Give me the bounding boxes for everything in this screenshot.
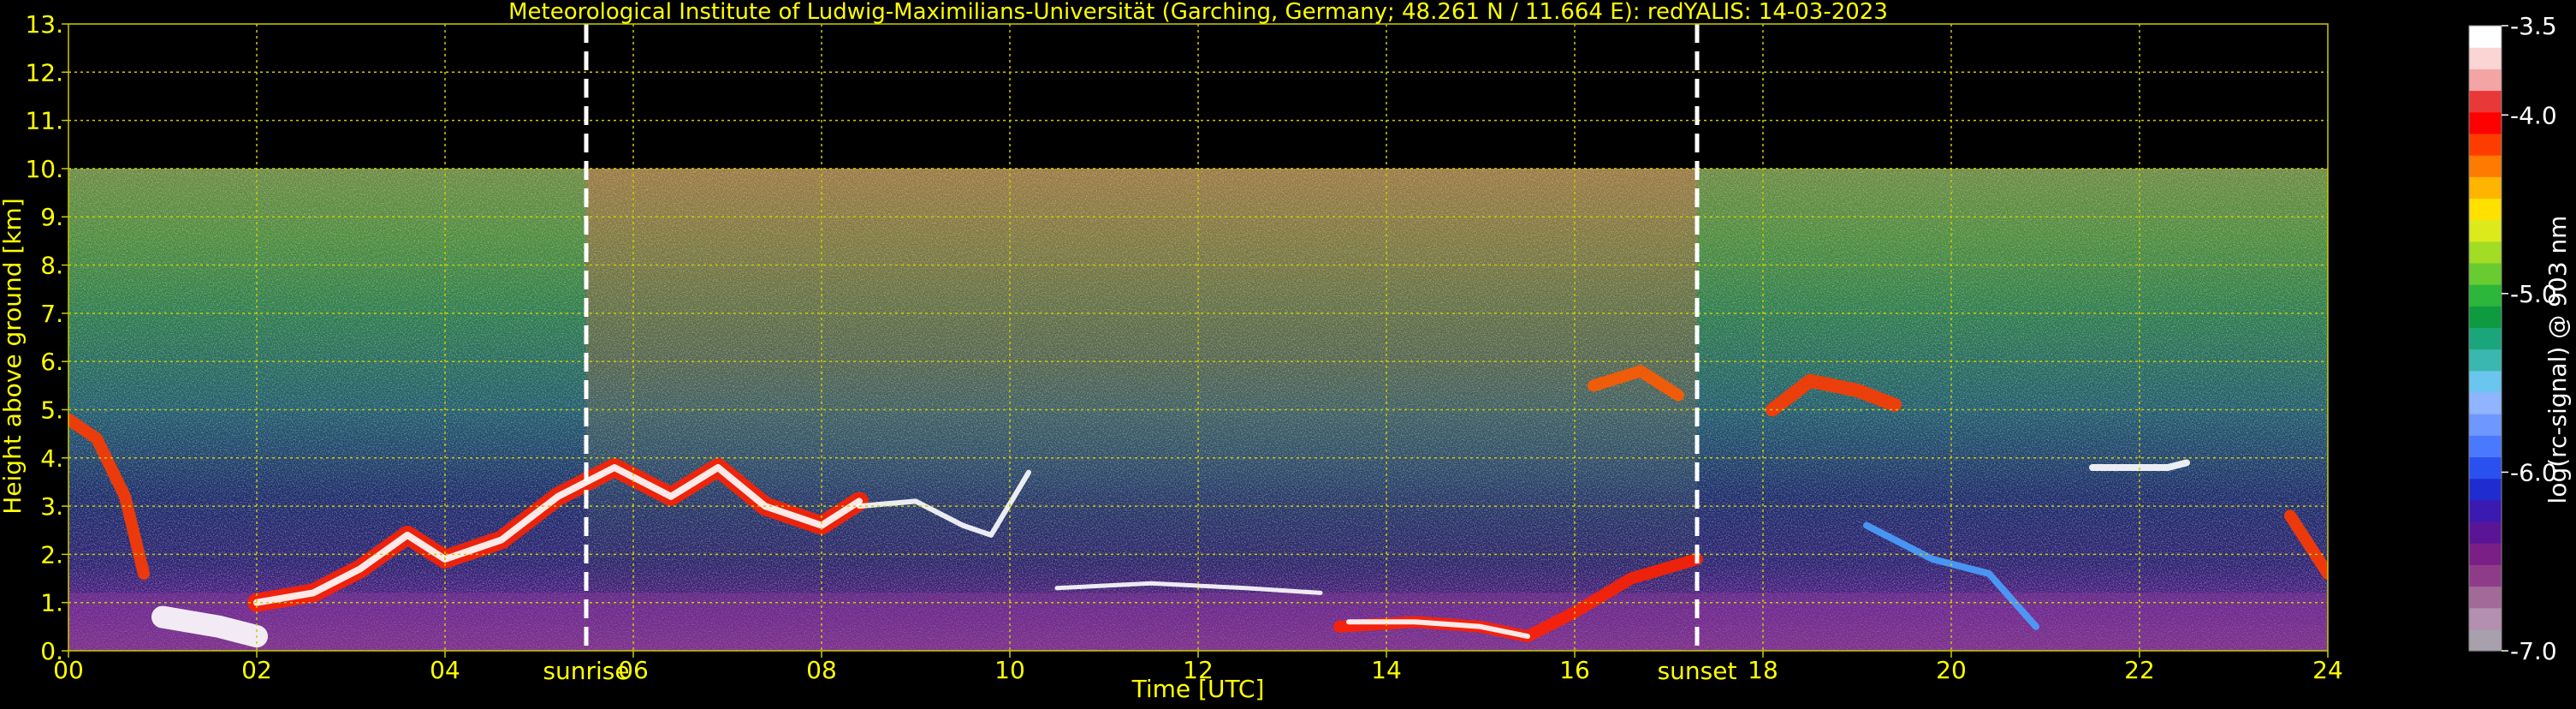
y-tick-label: 11. (25, 107, 63, 135)
x-tick-label: 08 (806, 656, 837, 684)
sunset-label: sunset (1658, 657, 1737, 685)
colorbar-swatch (2469, 370, 2502, 393)
colorbar-tick-label: -4.0 (2510, 101, 2557, 129)
chart-svg: sunrise sunset 00 02 04 06 08 10 12 14 16 18 20 22 24… (0, 0, 2572, 703)
colorbar-swatch (2469, 241, 2502, 264)
colorbar-tick-label: -3.5 (2510, 12, 2557, 40)
x-tick-label: 16 (1559, 656, 1590, 684)
colorbar-swatch (2469, 327, 2502, 350)
y-tick-label: 1. (40, 589, 63, 617)
x-tick-label: 06 (618, 656, 649, 684)
colorbar-swatch (2469, 391, 2502, 414)
colorbar-swatch (2469, 155, 2502, 177)
y-tick-label: 7. (40, 300, 63, 328)
y-axis: 0. 1. 2. 3. 4. 5. 6. 7. 8. 9. 10. 11. 12. 13. (25, 10, 68, 665)
y-tick-label: 12. (25, 58, 63, 86)
colorbar-swatch (2469, 111, 2502, 134)
colorbar-swatch (2469, 607, 2502, 630)
colorbar-swatch (2469, 349, 2502, 372)
y-tick-label: 6. (40, 348, 63, 376)
lidar-quicklook-figure: sunrise sunset 00 02 04 06 08 10 12 14 16 18 20 22 24… (0, 0, 2576, 706)
x-tick-label: 20 (1936, 656, 1967, 684)
y-tick-label: 3. (40, 492, 63, 521)
colorbar-swatch (2469, 133, 2502, 156)
colorbar-swatch (2469, 47, 2502, 69)
y-tick-label: 13. (25, 10, 63, 39)
colorbar-swatch (2469, 176, 2502, 199)
colorbar-swatch (2469, 456, 2502, 480)
sunrise-label: sunrise (543, 657, 629, 685)
colorbar-swatch (2469, 478, 2502, 501)
y-tick-label: 5. (40, 396, 63, 424)
colorbar-swatch (2469, 219, 2502, 242)
x-tick-label: 18 (1748, 656, 1778, 684)
colorbar-swatch (2469, 586, 2502, 609)
chart-title: Meteorological Institute of Ludwig-Maxim… (508, 0, 1888, 25)
colorbar-swatch (2469, 26, 2502, 48)
colorbar-swatch (2469, 284, 2502, 307)
colorbar-swatch (2469, 435, 2502, 458)
x-tick-label: 10 (994, 656, 1025, 684)
colorbar-swatch (2469, 521, 2502, 544)
colorbar-swatch (2469, 543, 2502, 565)
colorbar-swatch (2469, 262, 2502, 285)
colorbar-swatch (2469, 414, 2502, 436)
y-axis-label: Height above ground [km] (0, 198, 27, 515)
x-tick-label: 04 (430, 656, 460, 684)
x-tick-label: 24 (2312, 656, 2343, 684)
colorbar-swatch (2469, 564, 2502, 587)
x-tick-label: 14 (1371, 656, 1402, 684)
y-tick-label: 9. (40, 203, 63, 231)
x-tick-label: 22 (2124, 656, 2155, 684)
colorbar-swatch (2469, 69, 2502, 92)
colorbar-swatch (2469, 306, 2502, 329)
x-tick-label: 02 (241, 656, 272, 684)
y-tick-label: 2. (40, 540, 63, 569)
colorbar-label: log(rc-signal) @ 903 nm (2543, 216, 2572, 504)
y-tick-label: 0. (40, 637, 63, 665)
colorbar-swatch (2469, 499, 2502, 522)
colorbar-swatch (2469, 90, 2502, 113)
y-tick-label: 8. (40, 252, 63, 280)
colorbar-swatch (2469, 198, 2502, 221)
x-axis-label: Time [UTC] (1131, 675, 1265, 703)
colorbar-swatch (2469, 629, 2502, 652)
y-tick-label: 10. (25, 155, 63, 183)
colorbar-tick-label: -7.0 (2510, 637, 2557, 665)
y-tick-label: 4. (40, 444, 63, 473)
